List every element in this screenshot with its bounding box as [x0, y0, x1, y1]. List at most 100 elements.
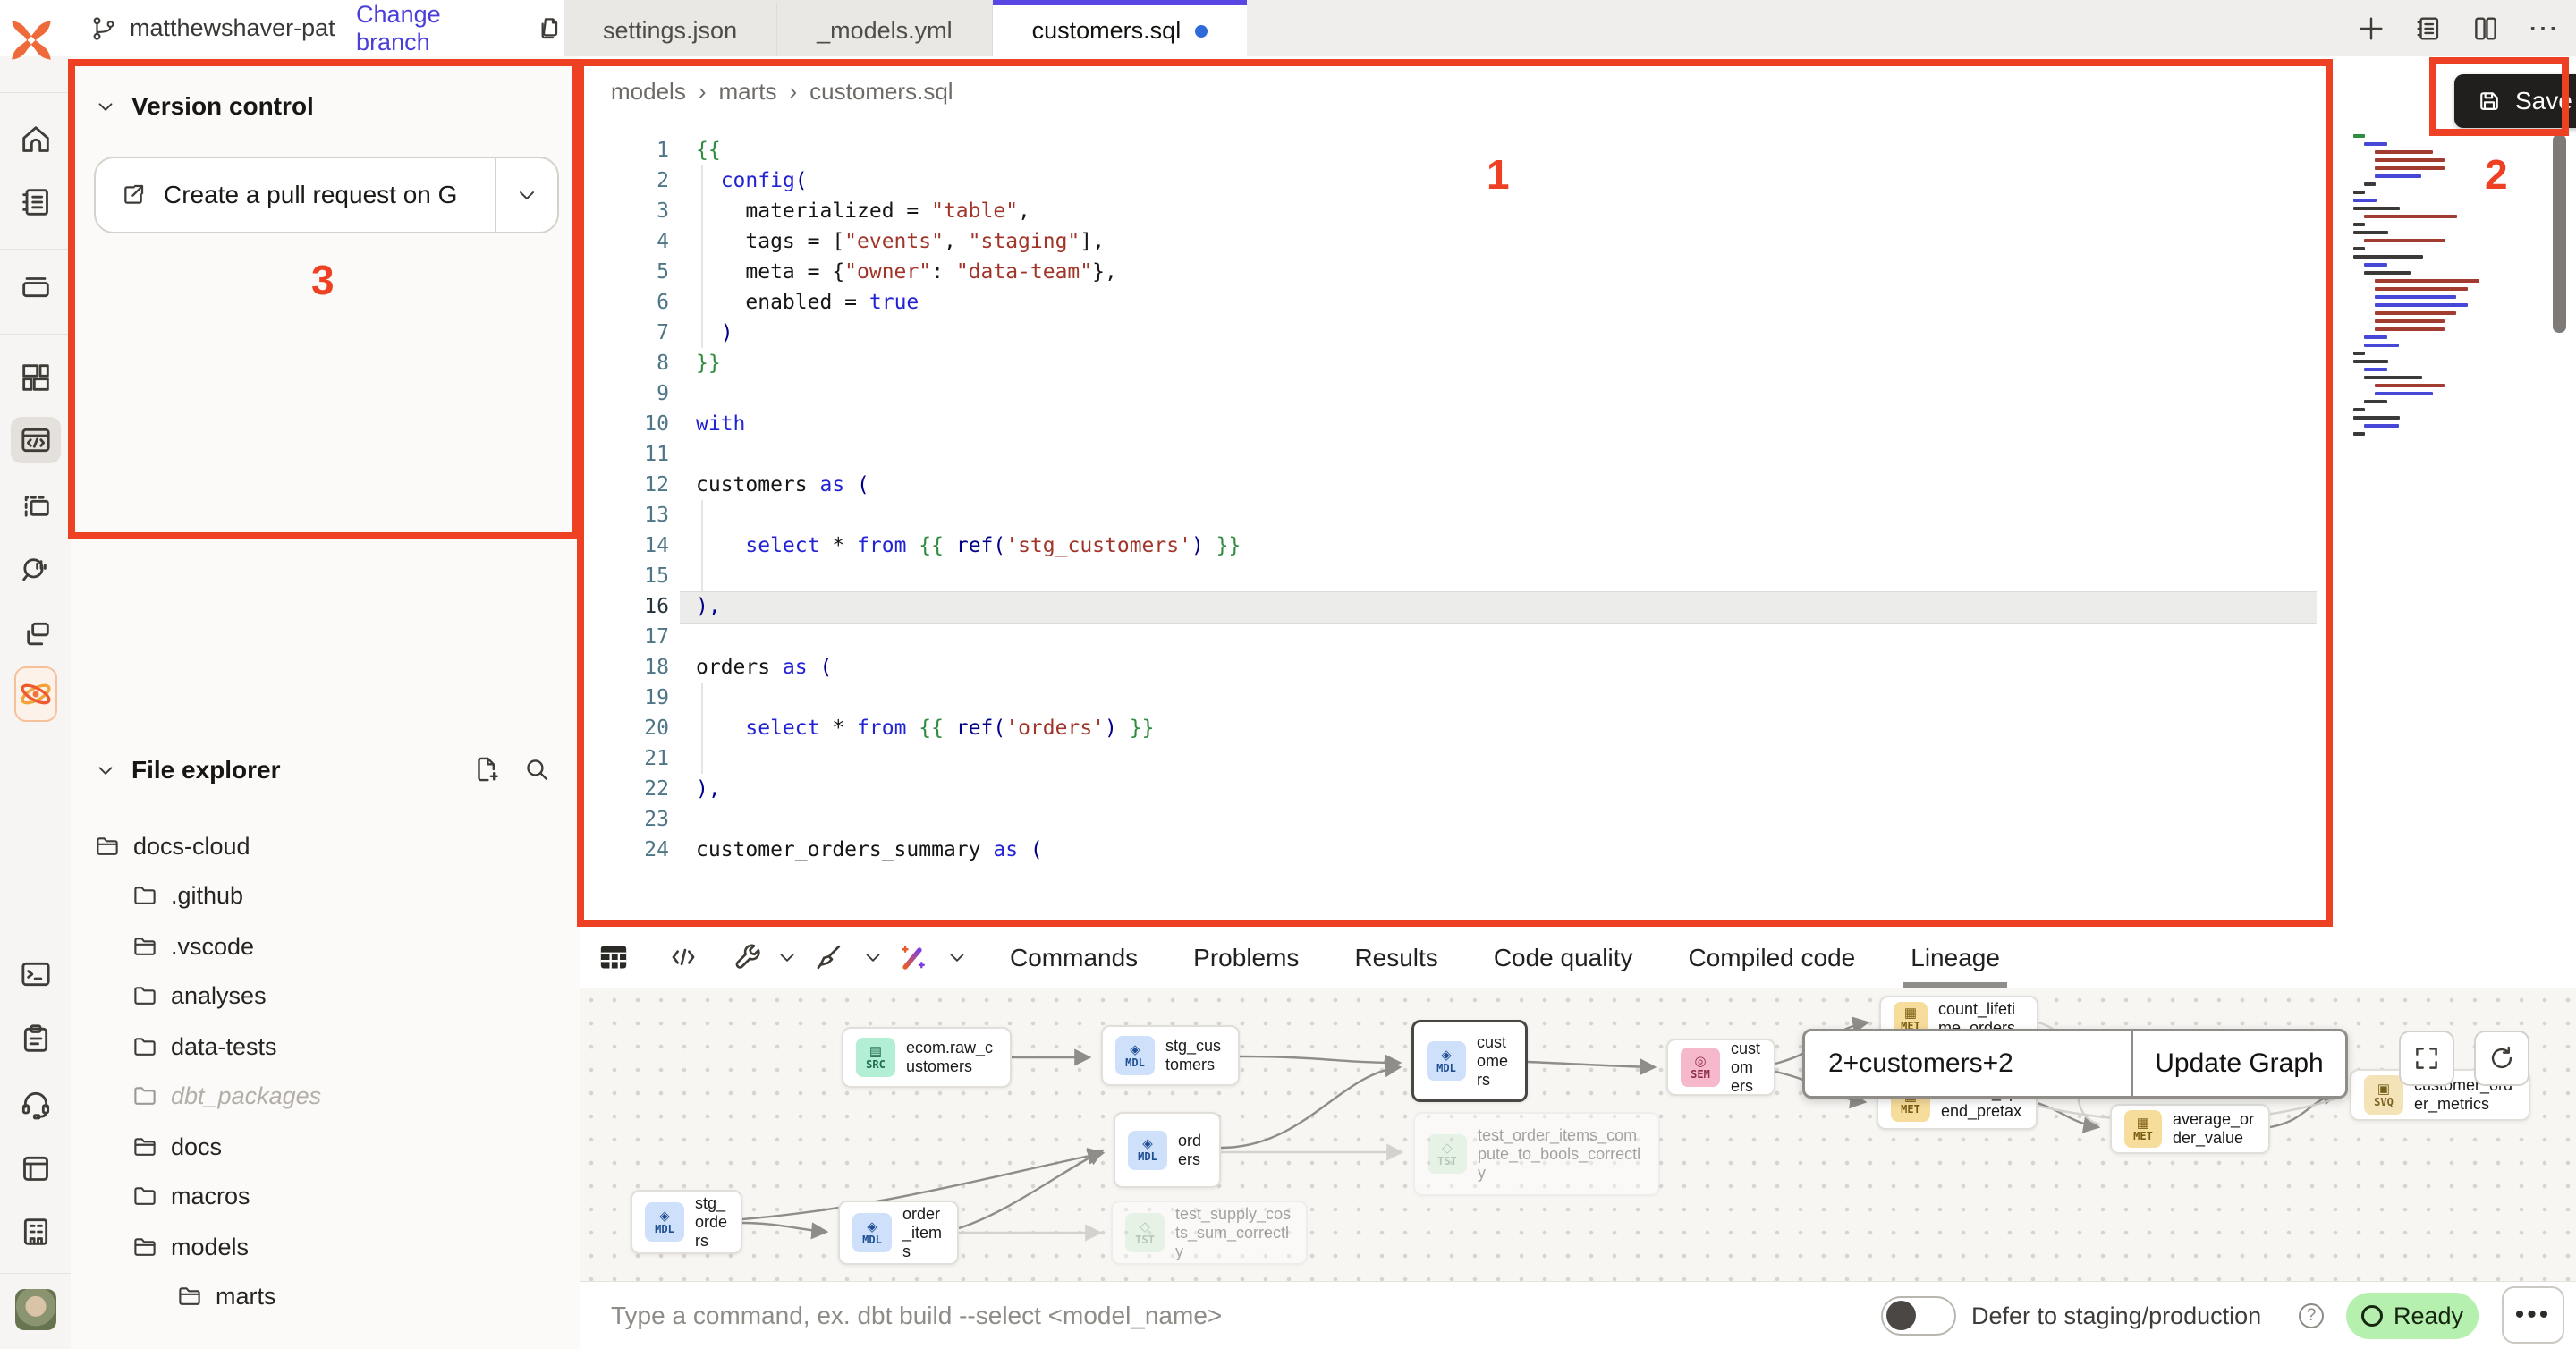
tab-settings.json[interactable]: settings.json	[564, 0, 777, 56]
windows-link-icon[interactable]	[15, 614, 56, 655]
code-line-8[interactable]: 8}}	[580, 348, 721, 378]
format-broom-icon[interactable]	[810, 939, 846, 975]
home-icon[interactable]	[15, 119, 56, 160]
file-explorer-header[interactable]: File explorer	[94, 756, 281, 785]
new-file-icon[interactable]	[471, 754, 502, 785]
version-control-header[interactable]: Version control	[94, 92, 314, 121]
refresh-graph-button[interactable]	[2474, 1031, 2529, 1086]
split-columns-icon[interactable]	[2470, 13, 2501, 44]
panel-list-icon[interactable]	[2413, 13, 2444, 44]
panel-tab-code-quality[interactable]: Code quality	[1494, 927, 1633, 988]
code-line-4[interactable]: 4 tags = ["events", "staging"],	[580, 226, 1105, 257]
code-line-10[interactable]: 10with	[580, 409, 745, 439]
compile-code-icon[interactable]	[665, 939, 701, 975]
code-line-2[interactable]: 2 config(	[580, 165, 808, 196]
docs-browser-icon[interactable]	[15, 1148, 56, 1189]
code-line-19[interactable]: 19	[580, 683, 696, 713]
code-line-7[interactable]: 7 )	[580, 318, 733, 348]
code-editor-icon[interactable]	[11, 417, 61, 463]
code-line-16[interactable]: 16),	[580, 591, 721, 622]
new-tab-icon[interactable]	[2356, 13, 2386, 44]
tree-item-data-tests[interactable]: data-tests	[131, 1027, 277, 1066]
more-menu-icon[interactable]: ⋯	[2528, 13, 2558, 44]
tree-item-macros[interactable]: macros	[131, 1176, 250, 1216]
tree-item-analyses[interactable]: analyses	[131, 976, 267, 1015]
search-icon[interactable]	[522, 755, 552, 785]
update-graph-button[interactable]: Update Graph	[2131, 1031, 2345, 1096]
code-line-20[interactable]: 20 select * from {{ ref('orders') }}	[580, 713, 1154, 743]
lineage-node-stg_customers[interactable]: ◈MDLstg_customers	[1101, 1025, 1240, 1086]
status-badge[interactable]: Ready	[2346, 1293, 2479, 1339]
code-line-14[interactable]: 14 select * from {{ ref('stg_customers')…	[580, 530, 1241, 561]
tab-customers.sql[interactable]: customers.sql	[993, 0, 1248, 56]
tree-item-dbt_packages[interactable]: dbt_packages	[131, 1076, 321, 1116]
code-line-22[interactable]: 22),	[580, 774, 721, 804]
code-line-18[interactable]: 18orders as (	[580, 652, 832, 683]
help-icon[interactable]: ?	[2299, 1303, 2324, 1328]
minimap[interactable]	[2353, 134, 2496, 440]
ai-assist-icon[interactable]	[894, 939, 930, 975]
code-line-3[interactable]: 3 materialized = "table",	[580, 196, 1030, 226]
fullscreen-button[interactable]	[2399, 1031, 2454, 1086]
dbt-logo[interactable]	[5, 14, 57, 71]
lineage-node-stg_orders[interactable]: ◈MDLstg_orders	[631, 1190, 742, 1254]
code-line-11[interactable]: 11	[580, 439, 696, 470]
copy-icon[interactable]	[535, 14, 564, 43]
warehouse-stack-icon[interactable]	[15, 265, 56, 306]
lineage-node-order_items[interactable]: ◈MDLorder_items	[838, 1201, 959, 1265]
change-branch-link[interactable]: Change branch	[356, 1, 512, 56]
notebook-icon[interactable]	[15, 182, 56, 223]
breadcrumb-models[interactable]: models	[611, 78, 686, 106]
lineage-node-customers[interactable]: ◈MDLcustomers	[1411, 1020, 1528, 1102]
organization-icon[interactable]	[15, 1211, 56, 1252]
code-line-9[interactable]: 9	[580, 378, 696, 409]
tree-item-models[interactable]: models	[131, 1227, 249, 1267]
breadcrumb-marts[interactable]: marts	[719, 78, 777, 106]
clipboard-icon[interactable]	[15, 1018, 56, 1059]
build-wrench-icon[interactable]	[730, 939, 766, 975]
dashboard-grid-icon[interactable]	[15, 357, 56, 398]
panel-tab-lineage[interactable]: Lineage	[1911, 927, 2000, 988]
lineage-filter-input[interactable]: 2+customers+2	[1805, 1048, 2131, 1079]
save-button[interactable]: Save	[2454, 74, 2576, 128]
branch-name[interactable]: matthewshaver-patc	[130, 14, 335, 42]
breadcrumb-file[interactable]: customers.sql	[809, 78, 953, 106]
code-line-12[interactable]: 12customers as (	[580, 470, 869, 500]
panel-tab-commands[interactable]: Commands	[1010, 927, 1138, 988]
preview-table-icon[interactable]	[596, 939, 631, 975]
defer-toggle[interactable]	[1881, 1296, 1956, 1336]
more-options-button[interactable]: •••	[2502, 1286, 2564, 1344]
create-pr-button[interactable]: Create a pull request on Gi...	[94, 157, 559, 233]
lineage-node-average_order_value[interactable]: ▦METaverage_order_value	[2110, 1104, 2270, 1154]
code-line-1[interactable]: 1{{	[580, 135, 721, 165]
lineage-node-test_order_items_compute_to_bools_correctly[interactable]: ◇TSTtest_order_items_compute_to_bools_co…	[1413, 1112, 1660, 1196]
lineage-node-orders[interactable]: ◈MDLorders	[1114, 1112, 1221, 1188]
code-editor[interactable]: models› marts› customers.sql 1{{2 config…	[580, 56, 2576, 927]
tree-item-marts[interactable]: marts	[176, 1277, 276, 1316]
pr-dropdown-chevron[interactable]	[496, 182, 557, 208]
tab-_models.yml[interactable]: _models.yml	[777, 0, 993, 56]
panel-tab-problems[interactable]: Problems	[1193, 927, 1299, 988]
scrollbar-thumb[interactable]	[2553, 134, 2566, 333]
terminal-icon[interactable]	[15, 954, 56, 995]
code-line-17[interactable]: 17	[580, 622, 696, 652]
format-dropdown-chevron[interactable]	[855, 939, 891, 975]
lineage-node-customers[interactable]: ◎SEMcustomers	[1666, 1039, 1775, 1096]
explore-insights-icon[interactable]	[15, 549, 56, 590]
build-dropdown-chevron[interactable]	[769, 939, 805, 975]
tree-item-docs[interactable]: docs	[131, 1127, 222, 1167]
headset-support-icon[interactable]	[15, 1083, 56, 1124]
command-input[interactable]: Type a command, ex. dbt build --select <…	[611, 1282, 1222, 1349]
tree-item-.github[interactable]: .github	[131, 876, 243, 915]
lineage-node-ecom.raw_customers[interactable]: ▤SRCecom.raw_customers	[842, 1027, 1012, 1088]
canvas-frame-icon[interactable]	[15, 487, 56, 528]
lineage-node-test_supply_costs_sum_correctly[interactable]: ◇TSTtest_supply_costs_sum_correctly	[1111, 1201, 1308, 1265]
code-line-13[interactable]: 13	[580, 500, 696, 530]
code-line-6[interactable]: 6 enabled = true	[580, 287, 919, 318]
tree-item-.vscode[interactable]: .vscode	[131, 927, 254, 966]
panel-tab-compiled-code[interactable]: Compiled code	[1688, 927, 1855, 988]
code-line-23[interactable]: 23	[580, 804, 696, 835]
user-avatar[interactable]	[15, 1289, 56, 1330]
panel-tab-results[interactable]: Results	[1354, 927, 1437, 988]
code-line-5[interactable]: 5 meta = {"owner": "data-team"},	[580, 257, 1117, 287]
